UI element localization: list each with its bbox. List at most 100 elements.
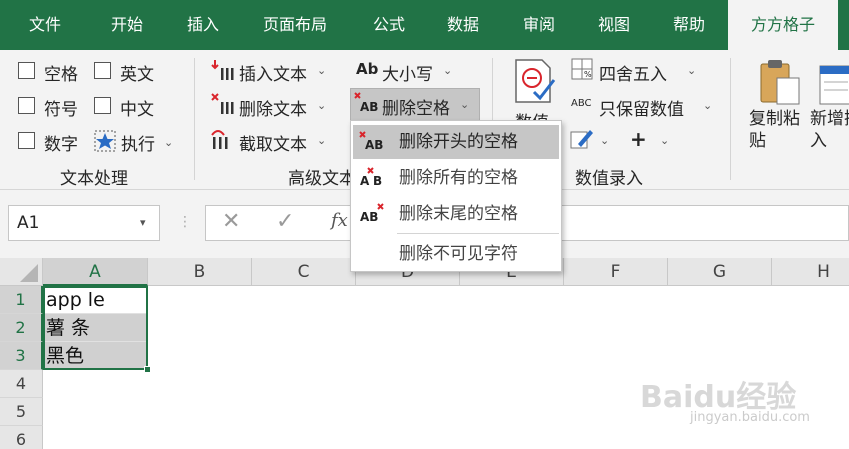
- delete-leading-label: 删除开头的空格: [399, 132, 518, 152]
- column-header-b[interactable]: B: [148, 258, 252, 286]
- value-icon: [512, 58, 558, 104]
- delete-space-chevron-icon[interactable]: ⌄: [460, 98, 469, 111]
- delete-all-icon: AB: [359, 167, 387, 201]
- more-dots-icon: ⋮: [178, 214, 192, 230]
- svg-text:A: A: [360, 174, 370, 188]
- delete-leading-spaces-item[interactable]: AB 删除开头的空格: [353, 125, 559, 159]
- svg-text:AB: AB: [365, 138, 383, 152]
- group-divider: [730, 58, 731, 180]
- delete-invisible-chars-item[interactable]: 删除不可见字符: [353, 237, 559, 271]
- edit-icon[interactable]: [570, 128, 594, 150]
- delete-text-chevron-icon[interactable]: ⌄: [317, 99, 326, 112]
- symbol-checkbox[interactable]: [18, 97, 35, 114]
- english-checkbox-label: 英文: [120, 65, 154, 85]
- row-header-4[interactable]: 4: [0, 370, 43, 398]
- tab-page-layout[interactable]: 页面布局: [250, 0, 340, 50]
- cell-a3[interactable]: 黑色: [43, 342, 148, 370]
- cancel-icon[interactable]: ✕: [222, 209, 240, 234]
- svg-text:%: %: [584, 70, 592, 79]
- space-checkbox-label: 空格: [44, 65, 78, 85]
- clipboard-icon: [757, 58, 803, 108]
- tab-file[interactable]: 文件: [14, 0, 76, 50]
- delete-trailing-spaces-item[interactable]: AB 删除末尾的空格: [353, 197, 559, 231]
- delete-text-icon: [210, 92, 234, 116]
- plus-chevron-icon[interactable]: ⌄: [660, 134, 669, 147]
- row-header-2[interactable]: 2: [0, 314, 43, 342]
- round-icon: %: [571, 58, 593, 80]
- column-header-c[interactable]: C: [252, 258, 356, 286]
- keep-values-button[interactable]: 只保留数值: [599, 95, 684, 120]
- extract-text-chevron-icon[interactable]: ⌄: [317, 134, 326, 147]
- delete-space-dropdown: AB 删除开头的空格 AB 删除所有的空格 AB 删除末尾的空格 删除不可见字符: [350, 120, 562, 272]
- chinese-checkbox[interactable]: [94, 97, 111, 114]
- column-header-h[interactable]: H: [772, 258, 849, 286]
- plus-icon[interactable]: +: [630, 127, 647, 151]
- tab-fangfang[interactable]: 方方格子: [728, 0, 838, 50]
- insert-text-chevron-icon[interactable]: ⌄: [317, 64, 326, 77]
- chinese-checkbox-label: 中文: [120, 100, 154, 120]
- row-header-5[interactable]: 5: [0, 398, 43, 426]
- number-group-label: 数值录入: [575, 169, 643, 189]
- delete-text-button[interactable]: 删除文本: [239, 95, 307, 120]
- case-icon: Ab: [356, 60, 379, 78]
- tab-formulas[interactable]: 公式: [358, 0, 420, 50]
- svg-text:AB: AB: [360, 210, 378, 224]
- column-header-f[interactable]: F: [564, 258, 668, 286]
- tab-view[interactable]: 视图: [583, 0, 645, 50]
- symbol-checkbox-label: 符号: [44, 100, 78, 120]
- execute-button[interactable]: 执行: [121, 130, 155, 155]
- delete-all-label: 删除所有的空格: [399, 168, 518, 188]
- baidu-watermark-url: jingyan.baidu.com: [690, 410, 810, 425]
- space-checkbox[interactable]: [18, 62, 35, 79]
- row-header-6[interactable]: 6: [0, 426, 43, 449]
- english-checkbox[interactable]: [94, 62, 111, 79]
- svg-text:B: B: [373, 174, 382, 188]
- select-all-corner[interactable]: [0, 258, 43, 286]
- keep-values-chevron-icon[interactable]: ⌄: [703, 99, 712, 112]
- round-button[interactable]: 四舍五入: [599, 60, 667, 85]
- tab-review[interactable]: 审阅: [508, 0, 570, 50]
- dropdown-divider: [397, 233, 559, 234]
- extract-text-icon: [210, 127, 234, 151]
- delete-space-icon: AB: [354, 92, 380, 116]
- name-box[interactable]: A1: [8, 205, 160, 241]
- row-header-3[interactable]: 3: [0, 342, 43, 370]
- number-checkbox[interactable]: [18, 132, 35, 149]
- fx-icon[interactable]: fx: [331, 210, 348, 231]
- extract-text-button[interactable]: 截取文本: [239, 130, 307, 155]
- new-insert-button[interactable]: 新增插入: [810, 108, 849, 152]
- column-header-a[interactable]: A: [43, 258, 148, 286]
- execute-chevron-icon[interactable]: ⌄: [164, 136, 173, 149]
- delete-all-spaces-item[interactable]: AB 删除所有的空格: [353, 161, 559, 195]
- group-divider: [194, 58, 195, 180]
- insert-text-button[interactable]: 插入文本: [239, 60, 307, 85]
- advanced-group-label: 高级文本: [288, 169, 356, 189]
- case-button[interactable]: 大小写: [382, 60, 433, 85]
- tab-help[interactable]: 帮助: [658, 0, 720, 50]
- menu-bar: 文件 开始 插入 页面布局 公式 数据 审阅 视图 帮助 方方格子: [0, 0, 849, 50]
- delete-space-label: 删除空格: [382, 99, 450, 119]
- name-box-chevron-icon[interactable]: ▾: [140, 205, 146, 241]
- tab-insert[interactable]: 插入: [172, 0, 234, 50]
- row-header-1[interactable]: 1: [0, 286, 43, 314]
- case-chevron-icon[interactable]: ⌄: [443, 64, 452, 77]
- tab-data[interactable]: 数据: [432, 0, 494, 50]
- tab-home[interactable]: 开始: [96, 0, 158, 50]
- round-chevron-icon[interactable]: ⌄: [687, 64, 696, 77]
- confirm-icon[interactable]: ✓: [276, 209, 294, 234]
- delete-trailing-icon: AB: [359, 203, 387, 237]
- svg-text:AB: AB: [360, 100, 378, 114]
- delete-leading-icon: AB: [359, 131, 387, 165]
- new-insert-icon: [818, 64, 849, 108]
- edit-chevron-icon[interactable]: ⌄: [600, 134, 609, 147]
- cell-a2[interactable]: 薯 条: [43, 314, 148, 342]
- copy-paste-button[interactable]: 复制粘贴: [749, 108, 809, 152]
- number-checkbox-label: 数字: [44, 135, 78, 155]
- delete-trailing-label: 删除末尾的空格: [399, 204, 518, 224]
- cell-a1[interactable]: app le: [43, 286, 148, 314]
- execute-icon[interactable]: [94, 130, 116, 152]
- column-header-g[interactable]: G: [668, 258, 772, 286]
- fill-handle[interactable]: [144, 366, 151, 373]
- keep-values-icon: ABC: [571, 98, 592, 109]
- delete-invisible-label: 删除不可见字符: [399, 244, 518, 264]
